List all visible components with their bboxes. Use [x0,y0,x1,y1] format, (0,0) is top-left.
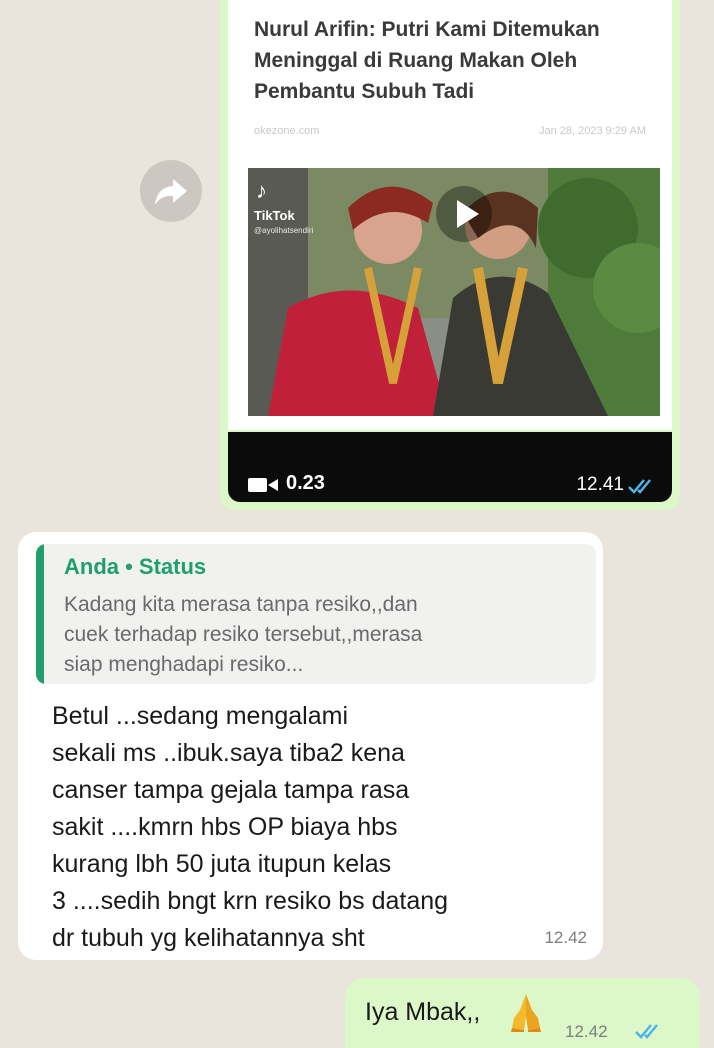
videocam-icon [248,478,278,492]
forward-icon [155,179,187,205]
link-preview-card[interactable]: Nurul Arifin: Putri Kami Ditemukan Menin… [228,0,672,430]
video-duration: 0.23 [286,472,325,494]
double-check-icon [635,1024,658,1039]
quote-text: Kadang kita merasa tanpa resiko,,dan cue… [64,593,423,676]
message-time: 12.42 [544,928,587,947]
message-text: Iya Mbak,, [365,998,481,1026]
message-text: Betul ...sedang mengalami sekali ms ..ib… [52,702,449,952]
double-check-icon [628,479,651,494]
tiktok-watermark: TikTok [254,208,295,223]
video-thumbnail[interactable]: ♪ TikTok @ayolihatsendiri [248,168,660,416]
video-info-bar: 0.23 12.41 [228,432,672,502]
outgoing-video-message[interactable]: Nurul Arifin: Putri Kami Ditemukan Menin… [220,0,680,510]
tiktok-username: @ayolihatsendiri [254,226,314,235]
tiktok-logo-icon: ♪ [256,178,267,203]
message-time: 12.42 [565,1022,608,1041]
link-title: Nurul Arifin: Putri Kami Ditemukan Menin… [254,18,600,103]
incoming-reply-message[interactable]: Anda • Status Kadang kita merasa tanpa r… [18,532,603,960]
quoted-status[interactable]: Anda • Status Kadang kita merasa tanpa r… [36,544,596,684]
quote-accent-bar [36,544,44,684]
link-date: Jan 28, 2023 9:29 AM [538,125,646,137]
forward-button[interactable] [140,160,202,222]
folded-hands-icon [511,994,541,1032]
play-button[interactable] [436,186,492,242]
outgoing-text-message[interactable]: Iya Mbak,, 12.42 [345,978,700,1048]
link-source: okezone.com [254,125,320,137]
quote-author: Anda • Status [64,554,207,579]
message-time: 12.41 [576,474,624,495]
